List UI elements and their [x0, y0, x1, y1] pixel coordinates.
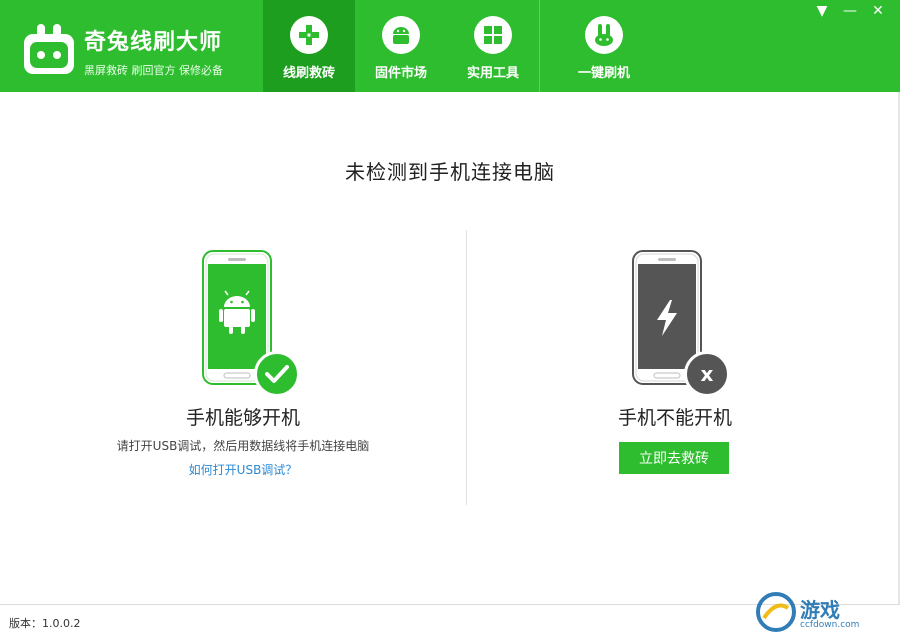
plus-cross-icon	[290, 16, 328, 54]
minimize-icon[interactable]: —	[838, 0, 862, 22]
app-logo-icon	[24, 24, 74, 74]
vertical-divider	[466, 230, 467, 505]
app-subtitle: 黑屏救砖 刷回官方 保修必备	[84, 64, 223, 77]
tab-firmware-market[interactable]: 固件市场	[355, 0, 447, 92]
tab-line-flash-rescue[interactable]: 线刷救砖	[263, 0, 355, 92]
android-icon	[382, 16, 420, 54]
checkmark-icon	[254, 351, 300, 397]
app-title: 奇兔线刷大师	[84, 30, 223, 55]
grid-icon	[474, 16, 512, 54]
close-icon[interactable]: ✕	[866, 0, 890, 22]
app-header: 奇兔线刷大师 黑屏救砖 刷回官方 保修必备 线刷救砖 固件市场 实用工具 一键刷…	[0, 0, 900, 92]
tab-label: 固件市场	[374, 66, 427, 81]
tab-label: 实用工具	[466, 66, 519, 81]
tab-label: 一键刷机	[577, 66, 630, 81]
dropdown-menu-icon[interactable]: ▼	[810, 0, 834, 22]
how-to-enable-usb-debug-link[interactable]: 如何打开USB调试？	[140, 461, 346, 478]
watermark-url: ccfdown.com	[800, 620, 860, 630]
x-mark-icon: x	[684, 351, 730, 397]
tab-utilities[interactable]: 实用工具	[447, 0, 539, 92]
can-boot-title: 手机能够开机	[185, 407, 300, 429]
version-label: 版本：1.0.0.2	[9, 617, 81, 630]
tab-label: 线刷救砖	[282, 66, 335, 81]
usb-debug-instruction: 请打开USB调试，然后用数据线将手机连接电脑	[116, 439, 370, 453]
rescue-now-button[interactable]: 立即去救砖	[619, 442, 729, 474]
site-watermark: 游戏 ccfdown.com	[756, 586, 896, 638]
brand: 奇兔线刷大师 黑屏救砖 刷回官方 保修必备	[84, 24, 223, 78]
tab-one-click-flash[interactable]: 一键刷机	[558, 0, 650, 92]
main-nav: 线刷救砖 固件市场 实用工具 一键刷机	[263, 0, 650, 92]
window-controls: ▼ — ✕	[810, 0, 890, 22]
page-title: 未检测到手机连接电脑	[345, 160, 555, 184]
watermark-text: 游戏	[800, 598, 840, 622]
rabbit-icon	[585, 16, 623, 54]
watermark-logo-icon	[756, 592, 796, 632]
cannot-boot-title: 手机不能开机	[617, 407, 732, 429]
